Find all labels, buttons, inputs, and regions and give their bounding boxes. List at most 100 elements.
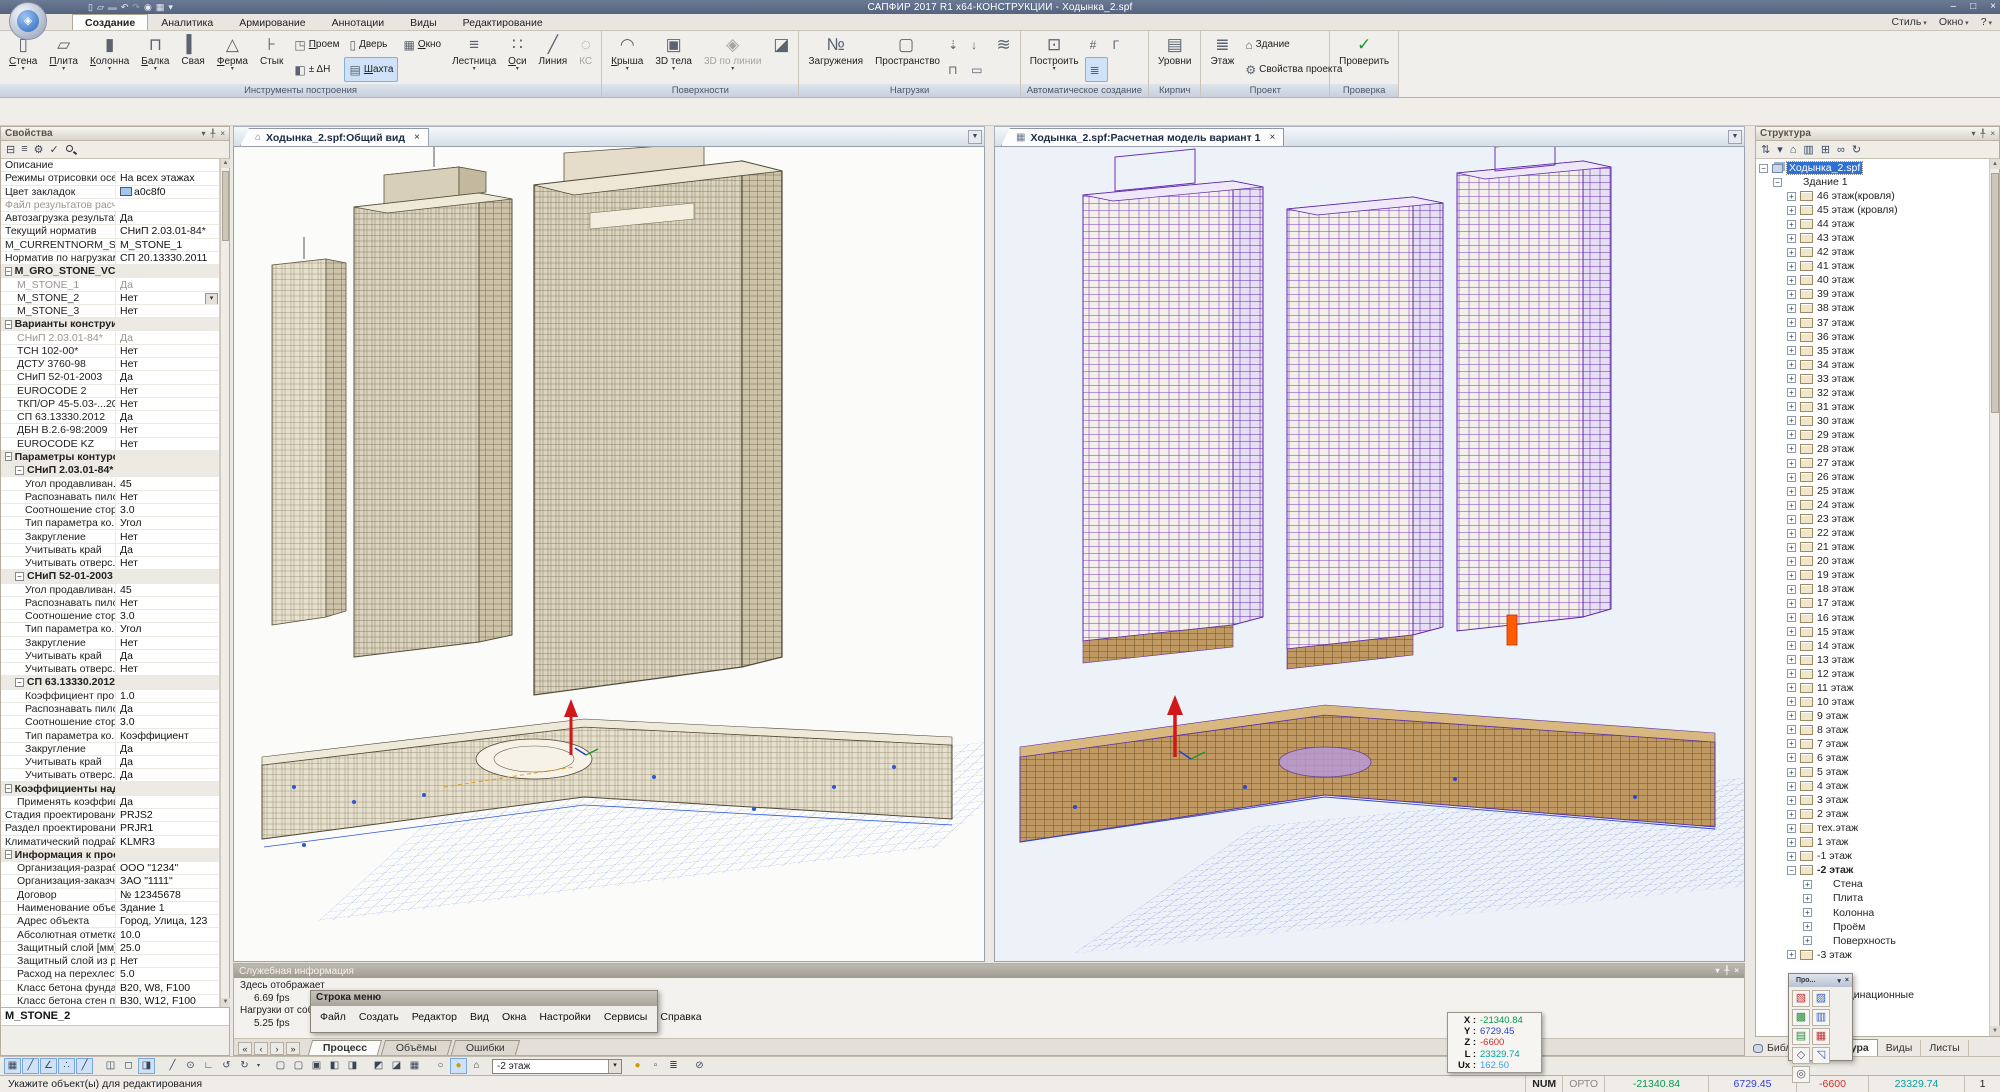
point-load-icon-button[interactable]: ↓▾ — [966, 32, 990, 57]
roof-surface-icon-button[interactable]: ◪▾ — [767, 32, 795, 83]
tree-item[interactable]: + 14 этаж — [1756, 639, 1989, 653]
building-visibility-icon[interactable]: ⌂ — [468, 1058, 485, 1074]
wind-load-icon-button[interactable]: ≋▾ — [990, 32, 1016, 83]
solids-3d-button[interactable]: ▣3D тела▾ — [649, 32, 698, 83]
active-level-combo[interactable]: -2 этаж ▾ — [492, 1059, 622, 1074]
scrollbar-thumb[interactable] — [1991, 173, 1999, 413]
tree-item[interactable]: + тех.этаж — [1756, 821, 1989, 835]
expand-icon[interactable]: + — [1787, 838, 1796, 847]
expand-icon[interactable]: − — [1759, 164, 1768, 173]
tree-item[interactable]: + 10 этаж — [1756, 695, 1989, 709]
crane-icon-button[interactable]: Γ▾ — [1108, 32, 1128, 57]
tree-item[interactable]: + 9 этаж — [1756, 709, 1989, 723]
panel-menu-icon[interactable]: ▾ — [1715, 965, 1719, 977]
process-tab[interactable]: Процесс — [308, 1040, 383, 1055]
load-space-button[interactable]: ▢Пространство▾ — [869, 32, 943, 83]
property-row[interactable]: Закругление Нет — [1, 637, 219, 650]
tree-item[interactable]: + 34 этаж — [1756, 358, 1989, 372]
pin-icon[interactable]: ╀ — [1981, 128, 1986, 140]
lock-3d-icon[interactable]: ◫ — [102, 1058, 119, 1074]
property-row[interactable]: M_STONE_2 Нет — [1, 292, 219, 305]
tree-item[interactable]: + 45 этаж (кровля) — [1756, 203, 1989, 217]
property-row[interactable]: Договор № 12345678 — [1, 889, 219, 902]
expand-icon[interactable]: + — [1787, 782, 1796, 791]
expand-icon[interactable]: + — [1787, 697, 1796, 706]
property-row[interactable]: СНиП 2.03.01-84* Да — [1, 331, 219, 344]
property-row[interactable]: Учитывать край Да — [1, 544, 219, 557]
next-page-icon[interactable]: › — [270, 1042, 284, 1055]
expand-icon[interactable]: + — [1787, 669, 1796, 678]
tree-item[interactable]: + 12 этаж — [1756, 667, 1989, 681]
menu-bar-window-title[interactable]: Строка меню — [311, 991, 657, 1006]
property-row[interactable]: СП 63.13330.2012 Да — [1, 411, 219, 424]
view-cube-box-icon[interactable]: ▣ — [308, 1058, 325, 1074]
storey-button[interactable]: ≣Этаж▾ — [1204, 32, 1240, 83]
expand-icon[interactable]: + — [1787, 515, 1796, 524]
tree-item[interactable]: + 4 этаж — [1756, 779, 1989, 793]
sort-options-icon[interactable]: ▾ — [1777, 143, 1783, 156]
tree-item[interactable]: + 19 этаж — [1756, 568, 1989, 582]
menu-item[interactable]: Редактор — [412, 1011, 457, 1023]
ribbon-tab[interactable]: Виды — [397, 14, 450, 30]
expand-icon[interactable]: + — [1787, 459, 1796, 468]
property-row[interactable]: Текущий норматив СНиП 2.03.01-84* — [1, 225, 219, 238]
property-row[interactable]: −СП 63.13330.2012 — [1, 676, 219, 689]
property-row[interactable]: Стадия проектирования PRJS2 — [1, 809, 219, 822]
property-row[interactable]: Организация-заказчик ЗАО "1111" — [1, 875, 219, 888]
tree-item[interactable]: + 23 этаж — [1756, 512, 1989, 526]
expand-icon[interactable]: + — [1787, 529, 1796, 538]
view-cube-back-icon[interactable]: ▢ — [290, 1058, 307, 1074]
binoculars-icon[interactable]: ∞ — [1837, 144, 1845, 156]
expand-icon[interactable]: + — [1787, 234, 1796, 243]
property-row[interactable]: Распознавать пилон Нет — [1, 597, 219, 610]
view-isometric-icon[interactable]: ◇ — [1792, 1047, 1810, 1064]
property-settings-icon[interactable]: ⚙ — [34, 143, 44, 156]
property-row[interactable]: M_STONE_1 Да — [1, 278, 219, 291]
tab-list-dropdown-icon[interactable]: ▼ — [1728, 130, 1742, 144]
window-button[interactable]: ▦Окно▾ — [398, 32, 446, 57]
view-top-icon[interactable]: ▧ — [1792, 990, 1810, 1007]
property-row[interactable]: −M_GRO_STONE_VC — [1, 265, 219, 278]
auto-stairs-icon-button[interactable]: ≣▾ — [1085, 57, 1108, 82]
property-row[interactable]: Соотношение стор... 3.0 — [1, 504, 219, 517]
view-bottom-icon[interactable]: ▦ — [1812, 1028, 1830, 1045]
joint-button[interactable]: ⊦Стык▾ — [254, 32, 289, 83]
tree-item[interactable]: + 15 этаж — [1756, 625, 1989, 639]
ks-button[interactable]: ◌КС▾ — [573, 32, 598, 83]
panel-tab[interactable]: Виды — [1878, 1040, 1922, 1056]
tab-close-icon[interactable]: × — [1270, 132, 1276, 143]
property-row[interactable]: Угол продавливан... 45 — [1, 477, 219, 490]
expand-icon[interactable]: + — [1787, 304, 1796, 313]
expand-icon[interactable]: + — [1787, 557, 1796, 566]
property-row[interactable]: Расход на перехлест 5.0 — [1, 968, 219, 981]
menu-item[interactable]: Вид — [470, 1011, 489, 1023]
tree-item[interactable]: + 3 этаж — [1756, 793, 1989, 807]
beam-button[interactable]: ⊓Балка▾ — [135, 32, 175, 83]
tree-item[interactable]: − -2 этаж — [1756, 863, 1989, 877]
expand-icon[interactable]: − — [5, 267, 12, 276]
property-row[interactable]: Класс бетона фундам... B20, W8, F100 — [1, 981, 219, 994]
scroll-up-icon[interactable]: ▲ — [221, 159, 230, 168]
property-row[interactable]: Учитывать отверс... Да — [1, 769, 219, 782]
properties-scrollbar[interactable]: ▲ ▼ — [220, 159, 229, 1007]
property-row[interactable]: Защитный слой [мм] 25.0 — [1, 942, 219, 955]
close-button[interactable]: × — [1990, 0, 1996, 13]
line-button[interactable]: ╱Линия▾ — [533, 32, 574, 83]
door-button[interactable]: ▯Дверь▾ — [344, 32, 398, 57]
tree-item[interactable]: + 28 этаж — [1756, 442, 1989, 456]
expand-icon[interactable]: − — [5, 452, 12, 461]
view-front-icon[interactable]: ▨ — [1812, 990, 1830, 1007]
marker-icon[interactable]: ▫ — [647, 1058, 664, 1074]
rotate-cw-icon[interactable]: ↻ — [236, 1058, 253, 1074]
pile-button[interactable]: ▍Свая▾ — [175, 32, 210, 83]
tree-item[interactable]: + 37 этаж — [1756, 316, 1989, 330]
expand-icon[interactable]: + — [1787, 388, 1796, 397]
menu-item[interactable]: Сервисы — [604, 1011, 648, 1023]
expand-icon[interactable]: + — [1787, 220, 1796, 229]
property-row[interactable]: M_CURRENTNORM_STO... M_STONE_1 — [1, 239, 219, 252]
expand-icon[interactable]: + — [1787, 444, 1796, 453]
expand-icon[interactable]: + — [1787, 192, 1796, 201]
property-row[interactable]: −СНиП 2.03.01-84* — [1, 464, 219, 477]
palette-close-icon[interactable]: × — [1845, 977, 1849, 984]
expand-icon[interactable]: + — [1787, 796, 1796, 805]
